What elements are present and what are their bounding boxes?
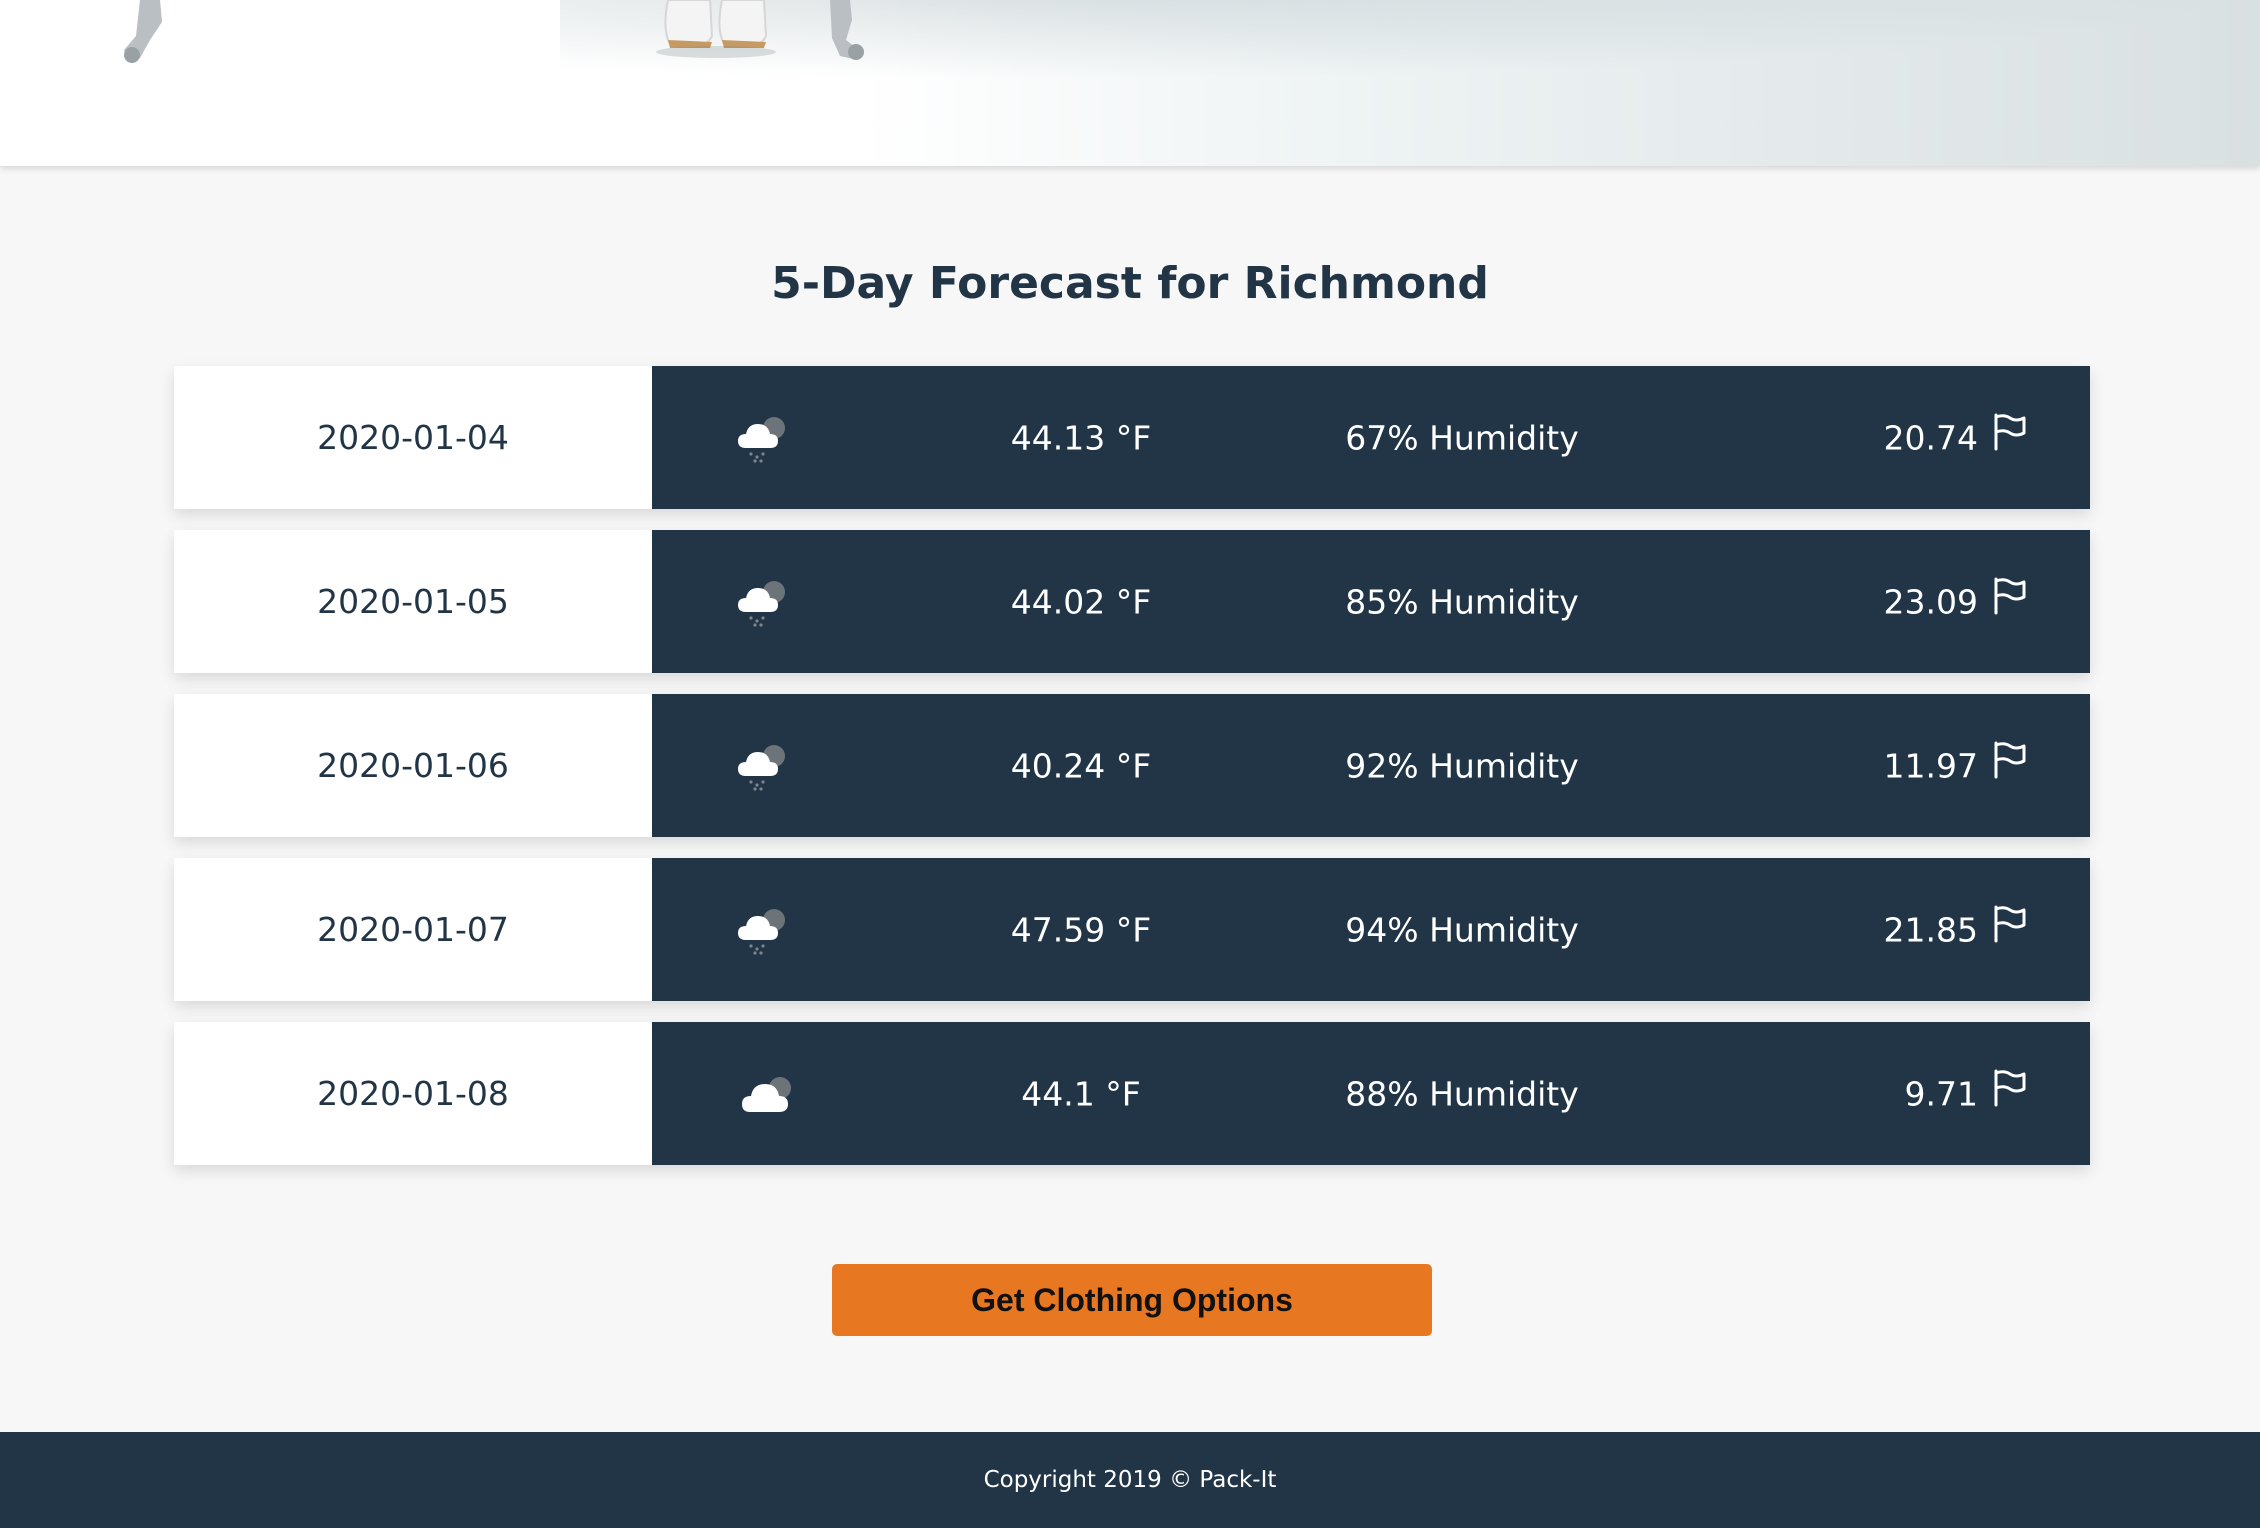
- forecast-temperature: 47.59 °F: [1010, 910, 1152, 949]
- flag-icon: [1992, 577, 2028, 615]
- cloudy-icon: [734, 1068, 792, 1120]
- forecast-wind: 9.71: [1904, 1074, 1978, 1113]
- forecast-wind: 21.85: [1883, 910, 1978, 949]
- forecast-row: 2020-01-08 44.1 °F 88% Humidity 9.71: [174, 1022, 2090, 1165]
- flag-icon: [1992, 1069, 2028, 1107]
- flag-icon: [1992, 413, 2028, 451]
- forecast-date: 2020-01-07: [174, 858, 652, 1001]
- forecast-wind: 11.97: [1883, 746, 1978, 785]
- forecast-temperature: 44.02 °F: [1010, 582, 1152, 621]
- flag-icon: [1992, 741, 2028, 779]
- forecast-row: 2020-01-05 44.02 °F 85% Humidity 23.09: [174, 530, 2090, 673]
- copyright-text: Copyright 2019 © Pack-It: [983, 1467, 1277, 1493]
- forecast-row: 2020-01-07 47.59 °F 94% Humidity 21.85: [174, 858, 2090, 1001]
- forecast-humidity: 94% Humidity: [1345, 910, 1579, 949]
- cloud-rain-icon: [734, 904, 792, 956]
- forecast-row: 2020-01-06 40.24 °F 92% Humidity 11.97: [174, 694, 2090, 837]
- forecast-temperature: 40.24 °F: [1010, 746, 1152, 785]
- hero-banner: [0, 0, 2260, 166]
- forecast-humidity: 67% Humidity: [1345, 418, 1579, 457]
- get-clothing-options-button[interactable]: Get Clothing Options: [832, 1264, 1432, 1336]
- forecast-humidity: 92% Humidity: [1345, 746, 1579, 785]
- flag-icon: [1992, 905, 2028, 943]
- forecast-details: 44.13 °F 67% Humidity 20.74: [652, 366, 2090, 509]
- forecast-humidity: 88% Humidity: [1345, 1074, 1579, 1113]
- forecast-details: 47.59 °F 94% Humidity 21.85: [652, 858, 2090, 1001]
- cloud-rain-icon: [734, 740, 792, 792]
- forecast-temperature: 44.13 °F: [1010, 418, 1152, 457]
- hero-image: [124, 0, 864, 63]
- forecast-details: 40.24 °F 92% Humidity 11.97: [652, 694, 2090, 837]
- forecast-details: 44.02 °F 85% Humidity 23.09: [652, 530, 2090, 673]
- forecast-wind: 20.74: [1883, 418, 1978, 457]
- forecast-details: 44.1 °F 88% Humidity 9.71: [652, 1022, 2090, 1165]
- forecast-wind: 23.09: [1883, 582, 1978, 621]
- forecast-date: 2020-01-06: [174, 694, 652, 837]
- forecast-temperature: 44.1 °F: [1021, 1074, 1141, 1113]
- forecast-list: 2020-01-04 44.13 °F 67% Humidity 20.74 2020-…: [174, 366, 2090, 1186]
- cloud-rain-icon: [734, 412, 792, 464]
- page-title: 5-Day Forecast for Richmond: [771, 258, 1489, 309]
- forecast-date: 2020-01-04: [174, 366, 652, 509]
- forecast-date: 2020-01-05: [174, 530, 652, 673]
- cloud-rain-icon: [734, 576, 792, 628]
- forecast-humidity: 85% Humidity: [1345, 582, 1579, 621]
- footer: Copyright 2019 © Pack-It: [0, 1432, 2260, 1528]
- forecast-date: 2020-01-08: [174, 1022, 652, 1165]
- forecast-row: 2020-01-04 44.13 °F 67% Humidity 20.74: [174, 366, 2090, 509]
